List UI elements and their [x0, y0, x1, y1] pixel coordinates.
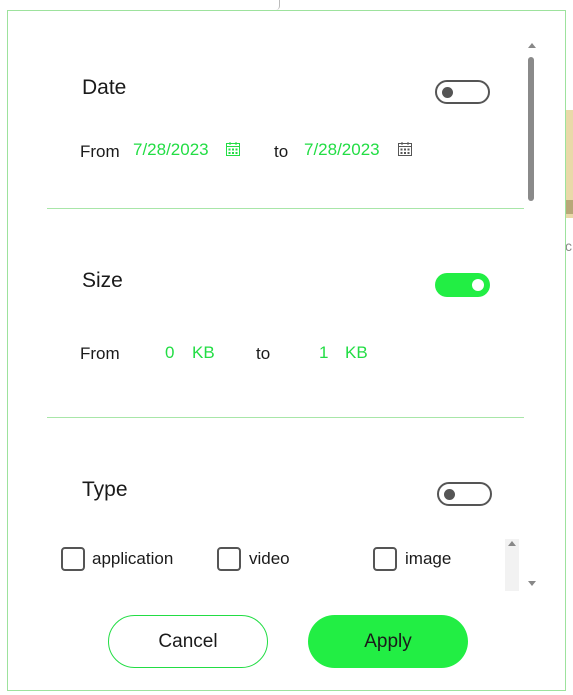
- cancel-button[interactable]: Cancel: [108, 615, 268, 668]
- checkbox-application[interactable]: [61, 547, 85, 571]
- size-to-label: to: [256, 344, 271, 363]
- calendar-icon[interactable]: [226, 142, 240, 156]
- calendar-icon[interactable]: [398, 142, 412, 156]
- section-divider: [47, 208, 524, 209]
- date-to-label: to: [274, 142, 289, 161]
- date-to-value[interactable]: 7/28/2023: [304, 140, 380, 160]
- type-list-scrollbar[interactable]: [505, 539, 519, 591]
- size-to-value[interactable]: 1: [319, 343, 328, 363]
- background-image-fragment-dark: [566, 200, 573, 214]
- size-from-value[interactable]: 0: [165, 343, 174, 363]
- date-from-value[interactable]: 7/28/2023: [133, 140, 209, 160]
- size-from-label: From: [80, 344, 120, 363]
- toggle-knob: [472, 279, 484, 291]
- type-section-title: Type: [82, 478, 128, 501]
- type-toggle[interactable]: [437, 482, 492, 506]
- size-section-title: Size: [82, 269, 123, 292]
- scroll-up-arrow-icon[interactable]: [528, 43, 536, 48]
- background-edge: [276, 0, 280, 10]
- date-section-title: Date: [82, 76, 127, 99]
- scroll-thumb[interactable]: [528, 57, 534, 201]
- date-from-label: From: [80, 142, 120, 161]
- toggle-knob: [444, 489, 455, 500]
- date-toggle[interactable]: [435, 80, 490, 104]
- section-divider: [47, 417, 524, 418]
- scroll-up-arrow-icon[interactable]: [508, 541, 516, 546]
- size-toggle[interactable]: [435, 273, 490, 297]
- filter-dialog: Date From 7/28/2023 to 7/28/2023 Size Fr…: [7, 10, 566, 691]
- scroll-down-arrow-icon[interactable]: [528, 581, 536, 586]
- checkbox-label-video: video: [249, 549, 290, 568]
- checkbox-label-image: image: [405, 549, 452, 568]
- size-to-unit: KB: [345, 343, 368, 362]
- checkbox-label-application: application: [92, 549, 174, 568]
- toggle-knob: [442, 87, 453, 98]
- checkbox-image[interactable]: [373, 547, 397, 571]
- checkbox-video[interactable]: [217, 547, 241, 571]
- size-from-unit: KB: [192, 343, 215, 362]
- apply-button[interactable]: Apply: [308, 615, 468, 668]
- background-text-fragment: c: [565, 238, 572, 254]
- main-scrollbar[interactable]: [524, 41, 540, 591]
